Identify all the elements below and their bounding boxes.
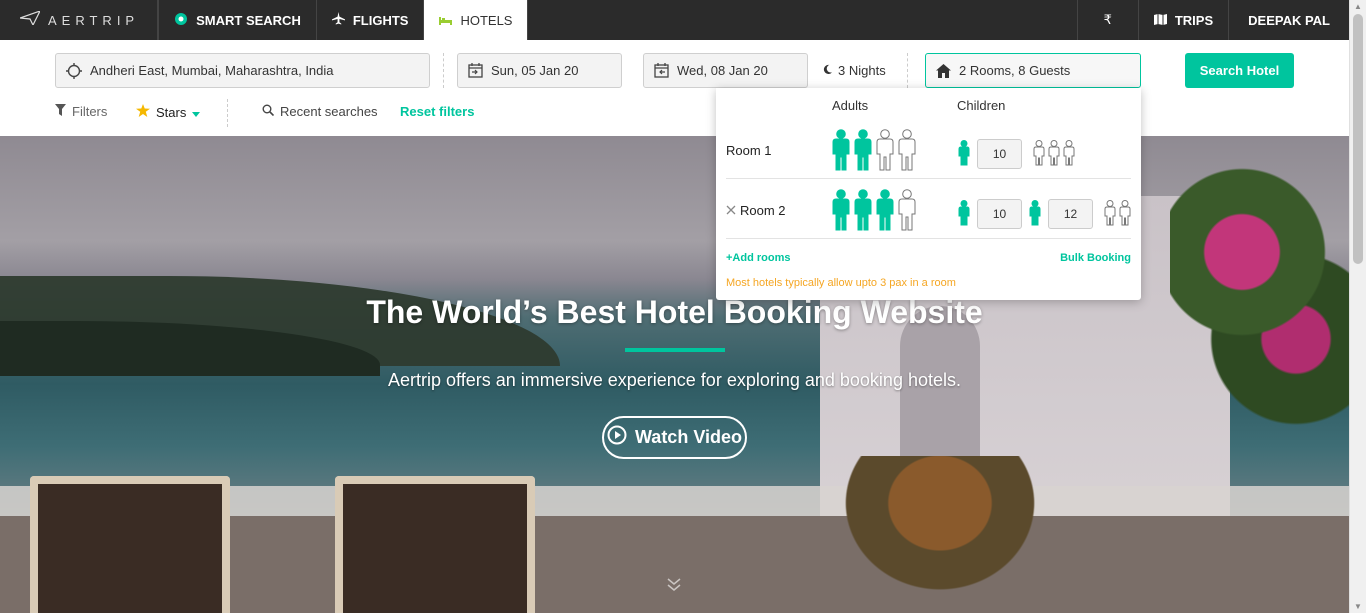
- adult-selected-icon[interactable]: [830, 129, 852, 174]
- filters-label: Filters: [72, 104, 108, 119]
- adult-unselected-icon[interactable]: [874, 129, 896, 174]
- guests-value: 2 Rooms, 8 Guests: [959, 63, 1071, 78]
- checkout-value: Wed, 08 Jan 20: [677, 63, 768, 78]
- checkin-value: Sun, 05 Jan 20: [491, 63, 579, 78]
- plane-icon: [331, 12, 345, 28]
- add-rooms-link[interactable]: +Add rooms: [726, 252, 790, 264]
- stars-label: Stars: [156, 104, 187, 120]
- play-icon: [607, 425, 627, 450]
- scroll-down-icon[interactable]: [666, 576, 682, 597]
- search-icon: [262, 104, 275, 119]
- child-selected-icon[interactable]: [957, 139, 971, 169]
- logo[interactable]: AERTRIP: [0, 0, 159, 40]
- star-icon: [136, 104, 150, 120]
- children-unselected-group: [1032, 139, 1076, 169]
- pax-note: Most hotels typically allow upto 3 pax i…: [726, 277, 956, 289]
- child-age-input[interactable]: 10: [977, 199, 1022, 229]
- stars-dropdown[interactable]: Stars: [136, 104, 201, 120]
- child-unselected-icon[interactable]: [1103, 199, 1117, 229]
- child-selected-icon[interactable]: [957, 199, 971, 229]
- adult-selected-icon[interactable]: [874, 189, 896, 234]
- remove-room-icon[interactable]: [726, 203, 736, 218]
- children-header: Children: [957, 98, 1006, 113]
- reset-filters-link[interactable]: Reset filters: [400, 104, 474, 119]
- hero-title: The World’s Best Hotel Booking Website: [366, 294, 983, 330]
- search-hotel-button[interactable]: Search Hotel: [1185, 53, 1294, 88]
- currency-selector[interactable]: ₹: [1076, 0, 1138, 40]
- aertrip-logo-icon: [19, 9, 42, 30]
- currency-symbol: ₹: [1103, 12, 1112, 27]
- location-field[interactable]: Andheri East, Mumbai, Maharashtra, India: [55, 53, 430, 88]
- bed-icon: [439, 13, 453, 28]
- rooms-guests-popover: Adults Children Room 1 10 Room 2 10 12 +A…: [716, 88, 1141, 300]
- nav-trips[interactable]: TRIPS: [1137, 0, 1228, 40]
- child-unselected-icon[interactable]: [1118, 199, 1132, 229]
- nights-count: 3 Nights: [822, 63, 886, 78]
- nav-smart-search[interactable]: SMART SEARCH: [158, 0, 317, 40]
- scroll-up-arrow-icon[interactable]: ▲: [1354, 2, 1362, 11]
- user-menu[interactable]: DEEPAK PAL: [1228, 0, 1349, 40]
- nav-flights[interactable]: FLIGHTS: [317, 0, 425, 40]
- bulk-booking-link[interactable]: Bulk Booking: [1060, 252, 1131, 264]
- room-2-label: Room 2: [740, 203, 786, 218]
- location-target-icon: [66, 62, 82, 79]
- calendar-out-icon: [654, 63, 669, 78]
- scroll-down-arrow-icon[interactable]: ▼: [1354, 602, 1362, 611]
- hotel-search-bar: Andheri East, Mumbai, Maharashtra, India…: [0, 40, 1349, 136]
- rooms-guests-field[interactable]: 2 Rooms, 8 Guests: [925, 53, 1141, 88]
- children-selector: 10 12: [957, 199, 1132, 229]
- adult-unselected-icon[interactable]: [896, 129, 918, 174]
- adult-selected-icon[interactable]: [852, 129, 874, 174]
- child-unselected-icon[interactable]: [1062, 139, 1076, 169]
- nav-hotels[interactable]: HOTELS: [424, 0, 529, 40]
- checkout-field[interactable]: Wed, 08 Jan 20: [643, 53, 808, 88]
- hero-banner: The World’s Best Hotel Booking Website A…: [0, 136, 1349, 613]
- room-1-label: Room 1: [726, 143, 772, 158]
- nav-trips-label: TRIPS: [1174, 12, 1214, 28]
- home-icon: [936, 63, 951, 78]
- user-name: DEEPAK PAL: [1248, 12, 1330, 28]
- map-icon: [1153, 13, 1167, 28]
- nights-label: 3 Nights: [838, 63, 886, 78]
- child-unselected-icon[interactable]: [1047, 139, 1061, 169]
- filters-button[interactable]: Filters: [55, 104, 107, 119]
- page-scrollbar[interactable]: ▲ ▼: [1349, 0, 1366, 613]
- adults-header: Adults: [832, 98, 869, 113]
- nav-flights-label: FLIGHTS: [352, 12, 409, 28]
- caret-down-icon: [192, 105, 201, 120]
- children-selector: 10: [957, 139, 1076, 169]
- funnel-icon: [55, 104, 66, 119]
- nav-hotels-label: HOTELS: [460, 12, 513, 28]
- watch-video-button[interactable]: Watch Video: [602, 416, 747, 459]
- adult-selected-icon[interactable]: [830, 189, 852, 234]
- moon-icon: [822, 63, 833, 78]
- hero-title-underline: [625, 348, 725, 352]
- adults-selector: [830, 189, 918, 234]
- logo-text: AERTRIP: [48, 12, 140, 28]
- child-selected-icon[interactable]: [1028, 199, 1042, 229]
- watch-video-label: Watch Video: [634, 427, 742, 447]
- children-unselected-group: [1103, 199, 1132, 229]
- adult-selected-icon[interactable]: [852, 189, 874, 234]
- room-label: Room 2: [726, 203, 786, 218]
- scrollbar-thumb[interactable]: [1353, 14, 1363, 264]
- hero-subtitle: Aertrip offers an immersive experience f…: [388, 370, 961, 390]
- adult-unselected-icon[interactable]: [896, 189, 918, 234]
- location-value: Andheri East, Mumbai, Maharashtra, India: [90, 63, 334, 78]
- child-unselected-icon[interactable]: [1032, 139, 1046, 169]
- child-age-input[interactable]: 12: [1048, 199, 1093, 229]
- room-row: Room 2 10 12: [726, 179, 1131, 239]
- room-row: Room 1 10: [726, 119, 1131, 179]
- adults-selector: [830, 129, 918, 174]
- child-age-input[interactable]: 10: [977, 139, 1022, 169]
- calendar-in-icon: [468, 63, 483, 78]
- top-nav: AERTRIP SMART SEARCH FLIGHTS HOTELS ₹ TR…: [0, 0, 1349, 40]
- nav-smart-search-label: SMART SEARCH: [196, 12, 301, 28]
- room-label: Room 1: [726, 143, 772, 158]
- recent-searches-button[interactable]: Recent searches: [262, 104, 378, 119]
- recent-searches-label: Recent searches: [280, 104, 378, 119]
- chat-icon: [174, 12, 188, 29]
- checkin-field[interactable]: Sun, 05 Jan 20: [457, 53, 622, 88]
